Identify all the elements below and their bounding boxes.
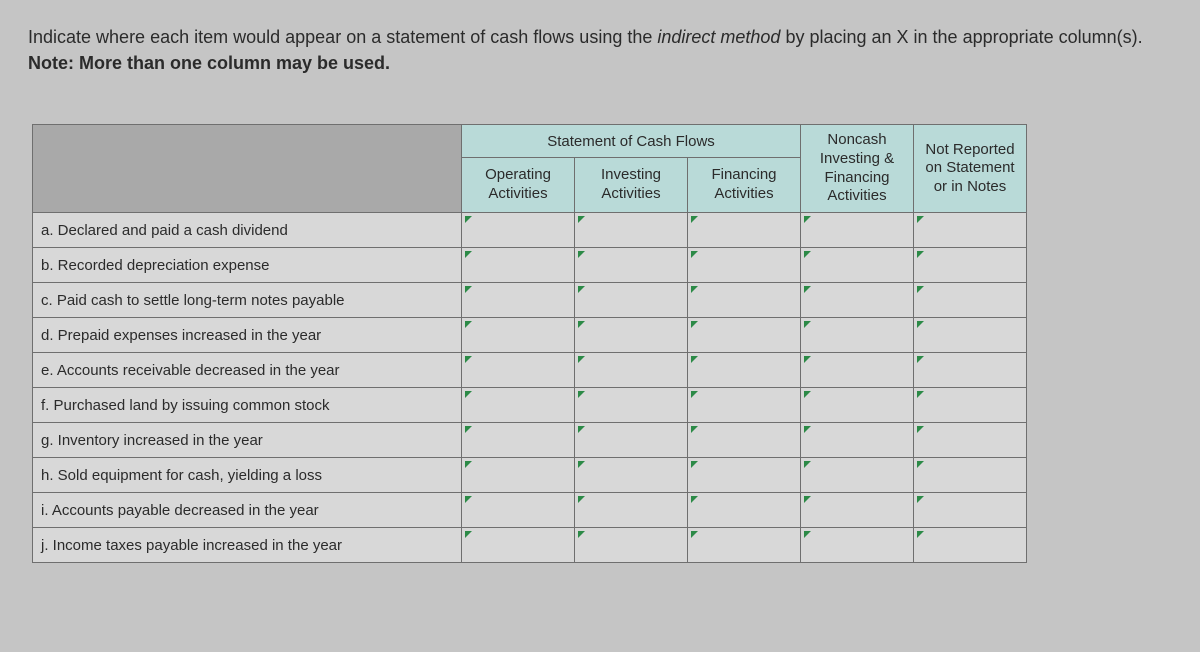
cell-financing[interactable] bbox=[688, 318, 801, 353]
cell-noncash[interactable] bbox=[801, 493, 914, 528]
cell-operating[interactable] bbox=[462, 388, 575, 423]
cell-investing[interactable] bbox=[575, 388, 688, 423]
header-noncash: Noncash Investing & Financing Activities bbox=[801, 125, 914, 213]
row-label: a. Declared and paid a cash dividend bbox=[33, 213, 462, 248]
row-label: c. Paid cash to settle long-term notes p… bbox=[33, 283, 462, 318]
cell-investing[interactable] bbox=[575, 248, 688, 283]
cell-financing[interactable] bbox=[688, 493, 801, 528]
row-label: h. Sold equipment for cash, yielding a l… bbox=[33, 458, 462, 493]
table-row: b. Recorded depreciation expense bbox=[33, 248, 1027, 283]
instructions-block: Indicate where each item would appear on… bbox=[28, 24, 1172, 76]
header-financing: Financing Activities bbox=[688, 157, 801, 212]
cell-operating[interactable] bbox=[462, 458, 575, 493]
instruction-text-1: Indicate where each item would appear on… bbox=[28, 27, 657, 47]
row-label: f. Purchased land by issuing common stoc… bbox=[33, 388, 462, 423]
header-blank-corner bbox=[33, 125, 462, 213]
cell-not-reported[interactable] bbox=[914, 458, 1027, 493]
table-row: h. Sold equipment for cash, yielding a l… bbox=[33, 458, 1027, 493]
cell-not-reported[interactable] bbox=[914, 318, 1027, 353]
row-label: e. Accounts receivable decreased in the … bbox=[33, 353, 462, 388]
row-label: g. Inventory increased in the year bbox=[33, 423, 462, 458]
cell-noncash[interactable] bbox=[801, 318, 914, 353]
cell-financing[interactable] bbox=[688, 353, 801, 388]
cell-financing[interactable] bbox=[688, 248, 801, 283]
table-row: a. Declared and paid a cash dividend bbox=[33, 213, 1027, 248]
cell-operating[interactable] bbox=[462, 423, 575, 458]
cell-financing[interactable] bbox=[688, 423, 801, 458]
row-label: j. Income taxes payable increased in the… bbox=[33, 528, 462, 563]
cell-operating[interactable] bbox=[462, 213, 575, 248]
cell-noncash[interactable] bbox=[801, 213, 914, 248]
row-label: d. Prepaid expenses increased in the yea… bbox=[33, 318, 462, 353]
cell-investing[interactable] bbox=[575, 528, 688, 563]
cell-operating[interactable] bbox=[462, 528, 575, 563]
cell-not-reported[interactable] bbox=[914, 388, 1027, 423]
table-row: e. Accounts receivable decreased in the … bbox=[33, 353, 1027, 388]
cell-operating[interactable] bbox=[462, 318, 575, 353]
row-label: i. Accounts payable decreased in the yea… bbox=[33, 493, 462, 528]
cell-investing[interactable] bbox=[575, 318, 688, 353]
cell-investing[interactable] bbox=[575, 493, 688, 528]
table-body: a. Declared and paid a cash dividend b. … bbox=[33, 213, 1027, 563]
cell-not-reported[interactable] bbox=[914, 493, 1027, 528]
note-prefix: Note: bbox=[28, 53, 79, 73]
cell-investing[interactable] bbox=[575, 283, 688, 318]
cell-investing[interactable] bbox=[575, 213, 688, 248]
cell-not-reported[interactable] bbox=[914, 283, 1027, 318]
cell-financing[interactable] bbox=[688, 528, 801, 563]
cell-noncash[interactable] bbox=[801, 283, 914, 318]
cell-not-reported[interactable] bbox=[914, 248, 1027, 283]
cell-noncash[interactable] bbox=[801, 388, 914, 423]
cell-not-reported[interactable] bbox=[914, 423, 1027, 458]
cell-noncash[interactable] bbox=[801, 248, 914, 283]
header-operating: Operating Activities bbox=[462, 157, 575, 212]
cell-noncash[interactable] bbox=[801, 423, 914, 458]
cell-not-reported[interactable] bbox=[914, 213, 1027, 248]
cell-investing[interactable] bbox=[575, 423, 688, 458]
instruction-text-2: by placing an X in the appropriate colum… bbox=[780, 27, 1142, 47]
row-label: b. Recorded depreciation expense bbox=[33, 248, 462, 283]
cell-investing[interactable] bbox=[575, 458, 688, 493]
cash-flows-table: Statement of Cash Flows Noncash Investin… bbox=[32, 124, 1027, 563]
table-row: j. Income taxes payable increased in the… bbox=[33, 528, 1027, 563]
cell-financing[interactable] bbox=[688, 388, 801, 423]
cell-operating[interactable] bbox=[462, 248, 575, 283]
cell-operating[interactable] bbox=[462, 353, 575, 388]
cell-financing[interactable] bbox=[688, 283, 801, 318]
cell-investing[interactable] bbox=[575, 353, 688, 388]
table-row: c. Paid cash to settle long-term notes p… bbox=[33, 283, 1027, 318]
cell-noncash[interactable] bbox=[801, 353, 914, 388]
cell-noncash[interactable] bbox=[801, 528, 914, 563]
table-row: i. Accounts payable decreased in the yea… bbox=[33, 493, 1027, 528]
header-not-reported: Not Reported on Statement or in Notes bbox=[914, 125, 1027, 213]
cell-financing[interactable] bbox=[688, 458, 801, 493]
cell-operating[interactable] bbox=[462, 283, 575, 318]
header-investing: Investing Activities bbox=[575, 157, 688, 212]
table-row: g. Inventory increased in the year bbox=[33, 423, 1027, 458]
note-body: More than one column may be used. bbox=[79, 53, 390, 73]
cell-operating[interactable] bbox=[462, 493, 575, 528]
table-row: d. Prepaid expenses increased in the yea… bbox=[33, 318, 1027, 353]
cell-financing[interactable] bbox=[688, 213, 801, 248]
cell-not-reported[interactable] bbox=[914, 528, 1027, 563]
header-statement-span: Statement of Cash Flows bbox=[462, 125, 801, 158]
cell-not-reported[interactable] bbox=[914, 353, 1027, 388]
table-row: f. Purchased land by issuing common stoc… bbox=[33, 388, 1027, 423]
cell-noncash[interactable] bbox=[801, 458, 914, 493]
instruction-italic: indirect method bbox=[657, 27, 780, 47]
